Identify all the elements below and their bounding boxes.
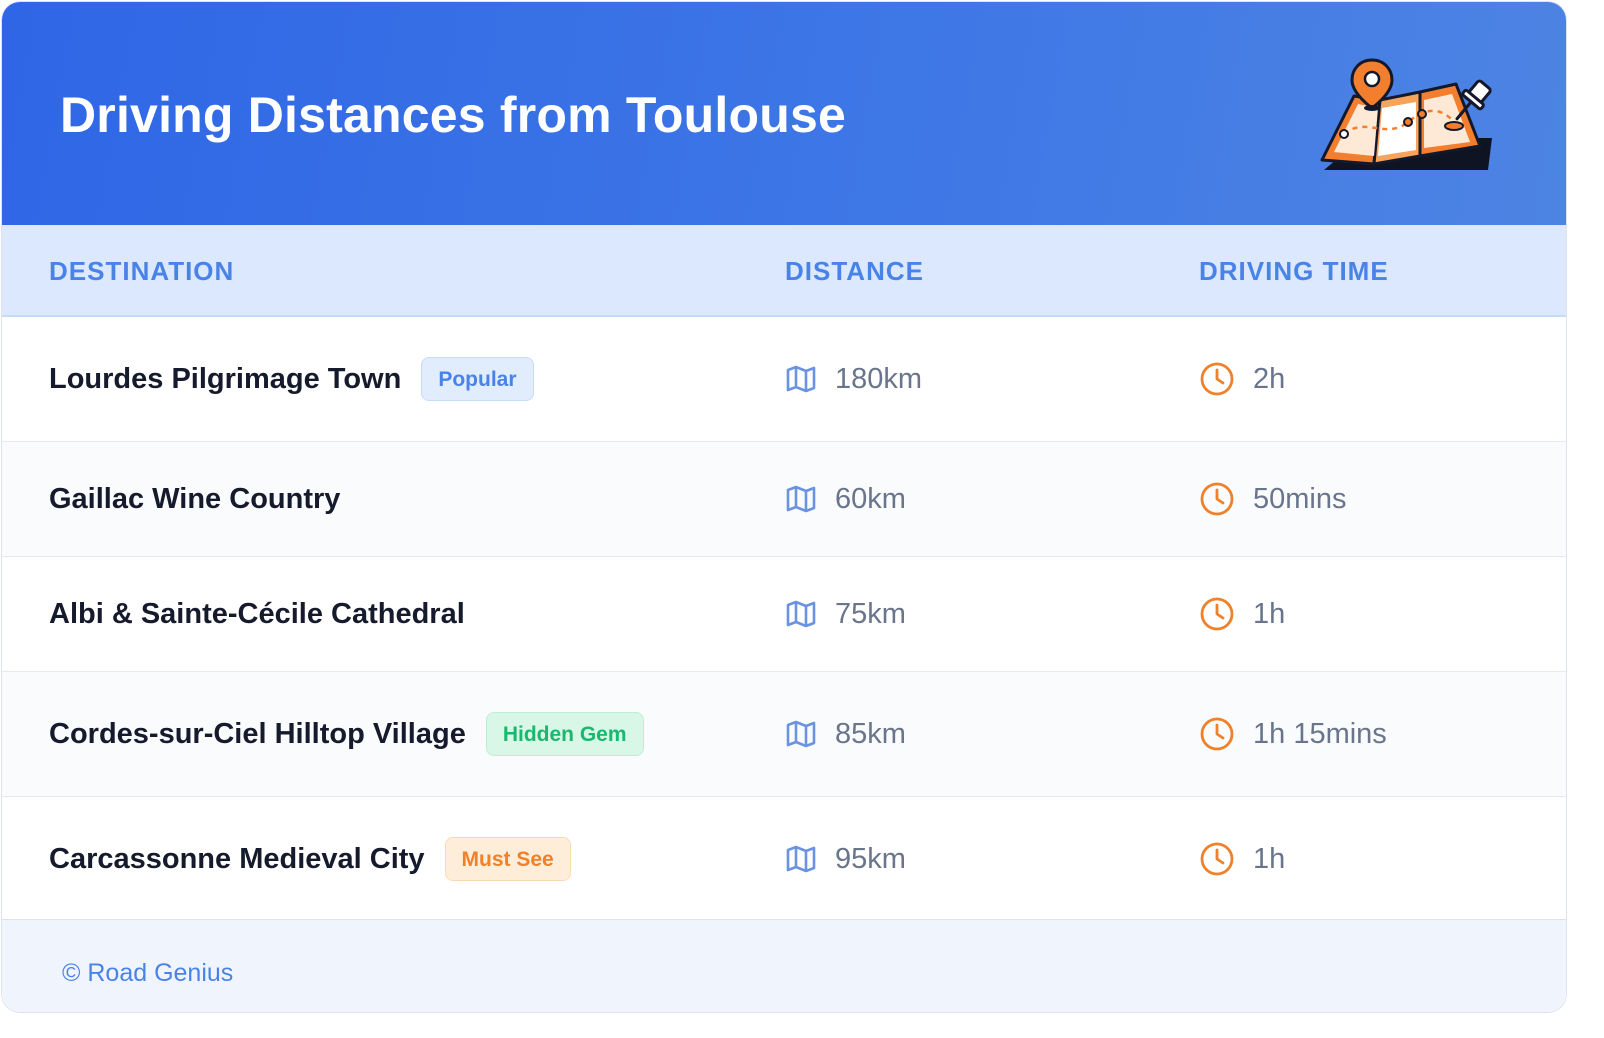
distance-cell: 85km — [785, 672, 906, 796]
destination-cell: Cordes-sur-Ciel Hilltop Village Hidden G… — [49, 672, 644, 796]
time-value: 1h — [1253, 842, 1286, 875]
must-see-badge: Must See — [444, 837, 571, 881]
time-cell: 50mins — [1199, 442, 1347, 556]
time-value: 50mins — [1253, 482, 1347, 515]
clock-icon — [1199, 481, 1235, 517]
time-cell: 2h — [1199, 317, 1285, 441]
destination-name: Cordes-sur-Ciel Hilltop Village — [49, 717, 466, 750]
copyright-link[interactable]: © Road Genius — [62, 958, 233, 988]
distance-value: 85km — [835, 717, 906, 750]
table-row[interactable]: Cordes-sur-Ciel Hilltop Village Hidden G… — [2, 672, 1566, 797]
map-icon — [785, 719, 817, 749]
table-row[interactable]: Lourdes Pilgrimage Town Popular 180km 2h — [2, 317, 1566, 442]
distance-cell: 180km — [785, 317, 922, 441]
column-header-distance[interactable]: DISTANCE — [785, 255, 924, 287]
time-cell: 1h — [1199, 557, 1285, 671]
destination-cell: Albi & Sainte-Cécile Cathedral — [49, 557, 465, 671]
map-icon — [785, 364, 817, 394]
time-cell: 1h 15mins — [1199, 672, 1387, 796]
destination-cell: Carcassonne Medieval City Must See — [49, 797, 571, 921]
table-row[interactable]: Gaillac Wine Country 60km 50mins — [2, 442, 1566, 557]
time-value: 1h 15mins — [1253, 717, 1387, 750]
folded-map-with-pins-icon — [1320, 58, 1492, 170]
time-value: 1h — [1253, 597, 1286, 630]
popular-badge: Popular — [421, 357, 534, 401]
distance-value: 75km — [835, 597, 906, 630]
time-cell: 1h — [1199, 797, 1285, 921]
distance-cell: 60km — [785, 442, 906, 556]
map-icon — [785, 484, 817, 514]
clock-icon — [1199, 361, 1235, 397]
destination-name: Lourdes Pilgrimage Town — [49, 362, 402, 395]
time-value: 2h — [1253, 362, 1286, 395]
destination-name: Gaillac Wine Country — [49, 482, 341, 515]
distance-value: 95km — [835, 842, 906, 875]
clock-icon — [1199, 841, 1235, 877]
distance-cell: 75km — [785, 557, 906, 671]
destination-cell: Lourdes Pilgrimage Town Popular — [49, 317, 534, 441]
distance-cell: 95km — [785, 797, 906, 921]
destination-name: Albi & Sainte-Cécile Cathedral — [49, 597, 465, 630]
clock-icon — [1199, 716, 1235, 752]
distance-card: Driving Distances from Toulouse DESTINAT… — [2, 2, 1566, 1012]
clock-icon — [1199, 596, 1235, 632]
card-footer: © Road Genius — [2, 919, 1566, 1012]
destination-name: Carcassonne Medieval City — [49, 842, 425, 875]
distance-value: 180km — [835, 362, 923, 395]
map-icon — [785, 844, 817, 874]
table-row[interactable]: Albi & Sainte-Cécile Cathedral 75km 1h — [2, 557, 1566, 672]
map-icon — [785, 599, 817, 629]
table-row[interactable]: Carcassonne Medieval City Must See 95km … — [2, 797, 1566, 921]
column-header-driving-time[interactable]: DRIVING TIME — [1199, 255, 1389, 287]
card-header: Driving Distances from Toulouse — [2, 2, 1566, 225]
table-body: Lourdes Pilgrimage Town Popular 180km 2h… — [2, 317, 1566, 921]
table-header: DESTINATION DISTANCE DRIVING TIME — [2, 225, 1566, 317]
page-title: Driving Distances from Toulouse — [60, 87, 846, 143]
hidden-gem-badge: Hidden Gem — [485, 712, 644, 756]
column-header-destination[interactable]: DESTINATION — [49, 255, 234, 287]
destination-cell: Gaillac Wine Country — [49, 442, 340, 556]
distance-value: 60km — [835, 482, 906, 515]
